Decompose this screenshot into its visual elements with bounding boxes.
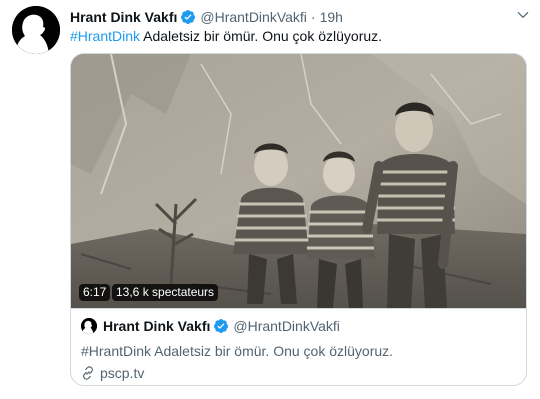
video-duration: 6:17 [79,284,111,301]
tweet-text: #HrantDink Adaletsiz bir ömür. Onu çok ö… [70,27,382,45]
periscope-card[interactable]: 6:17 13,6 k spectateurs Hrant Dink Vakfı [70,53,527,386]
card-display-name: Hrant Dink Vakfı [103,318,211,334]
avatar[interactable] [12,6,60,54]
video-thumbnail [71,54,526,308]
link-icon [81,366,95,380]
chevron-down-icon[interactable] [514,6,532,24]
verified-badge-icon [180,9,196,25]
handle[interactable]: @HrantDinkVakfi [200,9,307,25]
display-name[interactable]: Hrant Dink Vakfı [70,9,177,25]
card-details[interactable]: Hrant Dink Vakfı @HrantDinkVakfi #HrantD… [71,308,526,385]
card-avatar [81,318,97,334]
silhouette-icon [12,6,60,54]
video-media[interactable]: 6:17 13,6 k spectateurs [71,54,526,308]
card-link-text[interactable]: pscp.tv [100,365,144,381]
viewer-count: 13,6 k spectateurs [112,284,219,301]
card-handle: @HrantDinkVakfi [233,318,340,334]
tweet-body-text: Adaletsiz bir ömür. Onu çok özlüyoruz. [140,28,383,44]
card-link[interactable]: pscp.tv [81,365,144,381]
card-author: Hrant Dink Vakfı @HrantDinkVakfi [81,318,340,334]
separator-dot: · [310,9,316,25]
verified-badge-icon [213,318,229,334]
tweet-header: Hrant Dink Vakfı @HrantDinkVakfi · 19h [70,7,530,27]
timestamp[interactable]: 19h [320,9,343,25]
card-text: #HrantDink Adaletsiz bir ömür. Onu çok ö… [81,343,394,359]
hashtag-link[interactable]: #HrantDink [70,28,140,44]
tweet[interactable]: Hrant Dink Vakfı @HrantDinkVakfi · 19h #… [0,0,540,399]
